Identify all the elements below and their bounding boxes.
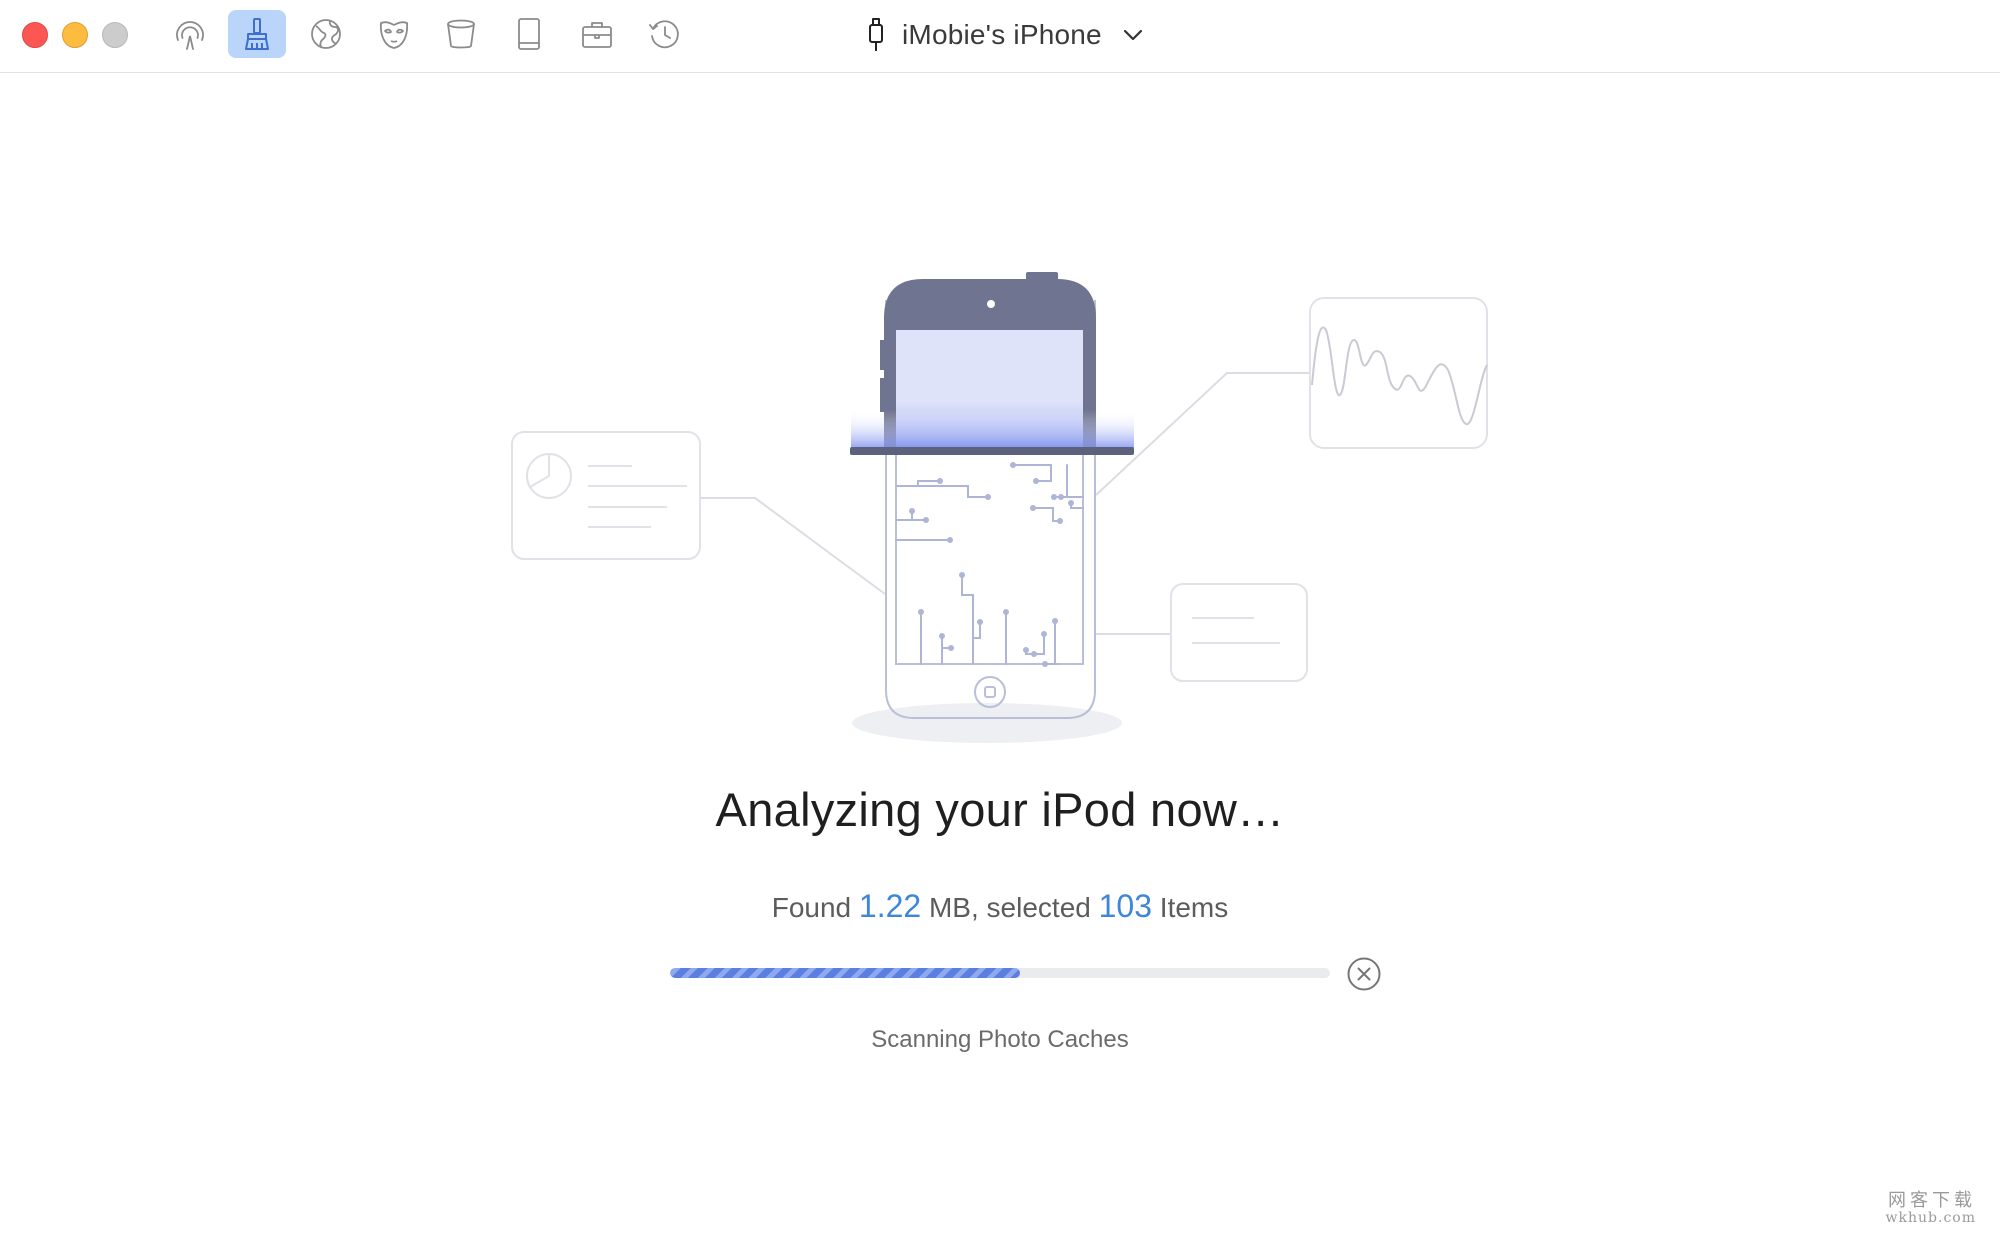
found-label: Found xyxy=(771,892,852,923)
scan-status: Scanning Photo Caches xyxy=(871,1026,1129,1053)
scan-progress-fill xyxy=(670,968,1020,978)
watermark: 网客下载 wkhub.com xyxy=(1856,1186,1976,1226)
scan-progress-bar xyxy=(670,968,1330,978)
text-lines-card xyxy=(1170,583,1308,682)
pie-chart-card xyxy=(511,431,701,560)
close-circle-icon xyxy=(1347,957,1381,991)
found-size-value: 1.22 xyxy=(858,888,922,924)
scan-summary: Found 1.22 MB, selected 103 Items xyxy=(0,888,2000,925)
watermark-line-1: 网客下载 xyxy=(1888,1190,1976,1211)
app-window: iMobie's iPhone Analyzing your iPod now…… xyxy=(0,0,2000,1240)
scan-illustration xyxy=(511,272,1488,743)
found-size-unit: MB, selected xyxy=(928,892,1091,923)
selected-count-value: 103 xyxy=(1098,888,1153,924)
page-title: Analyzing your iPod now… xyxy=(715,783,1285,836)
watermark-line-2: wkhub.com xyxy=(1885,1210,1976,1226)
items-label: Items xyxy=(1159,892,1229,923)
cancel-scan-button[interactable] xyxy=(1347,957,1381,991)
waveform-card xyxy=(1309,297,1488,449)
